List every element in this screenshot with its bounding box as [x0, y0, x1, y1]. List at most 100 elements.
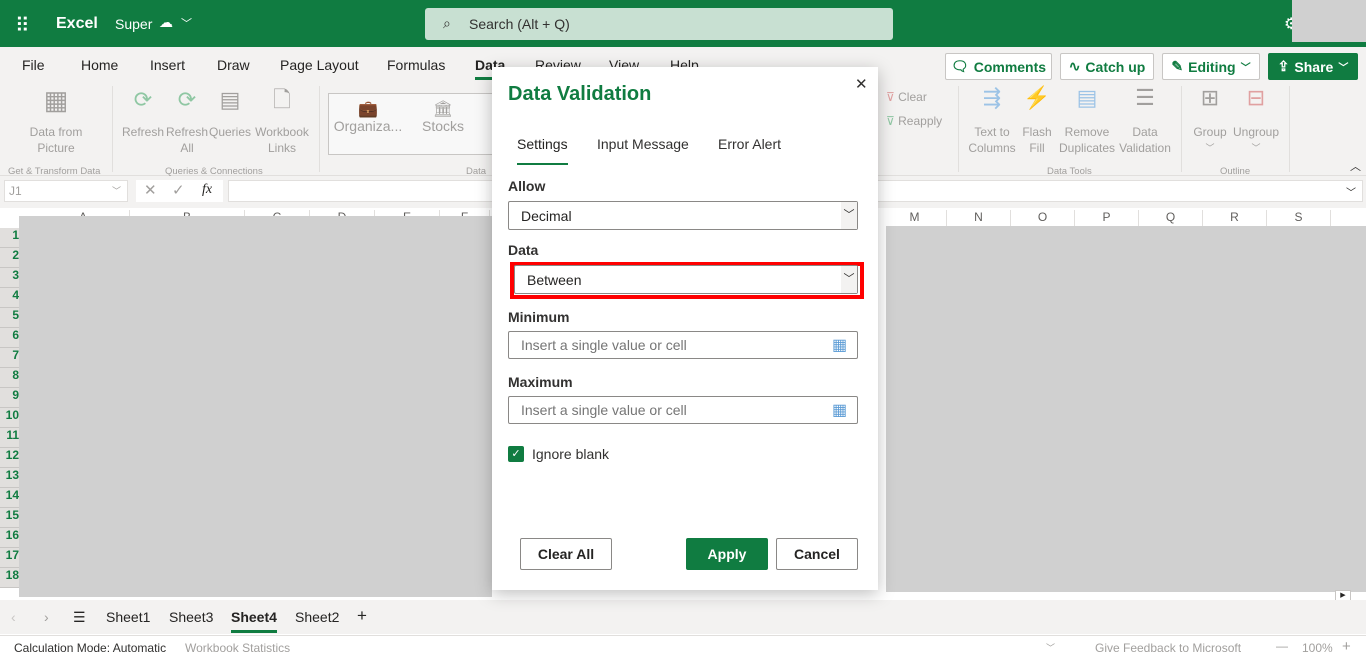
workbook-statistics[interactable]: Workbook Statistics [185, 641, 290, 655]
row-header[interactable]: 9 [0, 388, 19, 408]
group-button[interactable]: ⊞ Group ﹀ [1190, 87, 1230, 156]
row-header[interactable]: 16 [0, 528, 19, 548]
collapse-ribbon-icon[interactable]: ︿ [1350, 158, 1361, 174]
column-header[interactable]: M [883, 210, 947, 226]
sheet-tab-sheet3[interactable]: Sheet3 [169, 609, 213, 625]
check-icon[interactable]: ✓ [172, 181, 185, 199]
zoom-level[interactable]: 100% [1302, 641, 1333, 655]
row-header[interactable]: 13 [0, 468, 19, 488]
column-header[interactable]: Q [1139, 210, 1203, 226]
zoom-in-icon[interactable]: + [1342, 638, 1351, 655]
name-box-value: J1 [9, 184, 22, 198]
range-select-icon[interactable]: ▦ [832, 400, 847, 420]
allow-select[interactable]: Decimal ﹀ [508, 201, 858, 230]
workbook-links-button[interactable]: 🗋 Workbook Links [252, 89, 312, 156]
row-header[interactable]: 1 [0, 228, 19, 248]
divider [1181, 86, 1182, 172]
catch-up-button[interactable]: ∿ Catch up [1060, 53, 1154, 80]
apply-button[interactable]: Apply [686, 538, 768, 570]
refresh-button[interactable]: ⟳ Refresh [121, 89, 165, 140]
tab-home[interactable]: Home [81, 57, 118, 73]
chevron-down-icon[interactable]: ﹀ [1046, 641, 1055, 654]
tab-file[interactable]: File [22, 57, 45, 73]
editing-button[interactable]: ✎ Editing ﹀ [1162, 53, 1260, 80]
add-sheet-icon[interactable]: + [357, 606, 367, 626]
data-from-picture-button[interactable]: ▦ Data from Picture [20, 87, 92, 156]
column-header[interactable]: R [1203, 210, 1267, 226]
organization-button[interactable]: 💼 Organiza... [333, 102, 403, 135]
remove-duplicates-button[interactable]: ▤ Remove Duplicates [1058, 87, 1116, 156]
label: Clear [898, 90, 927, 104]
queries-button[interactable]: ▤ Queries [208, 89, 252, 140]
ignore-blank-checkbox[interactable]: ✓ [508, 446, 524, 462]
row-header[interactable]: 8 [0, 368, 19, 388]
zoom-out-icon[interactable]: — [1276, 639, 1288, 653]
tab-page-layout[interactable]: Page Layout [280, 57, 359, 73]
row-header[interactable]: 5 [0, 308, 19, 328]
row-header[interactable]: 3 [0, 268, 19, 288]
cancel-icon[interactable]: ✕ [144, 181, 157, 199]
cancel-button[interactable]: Cancel [776, 538, 858, 570]
sheet-tab-sheet4[interactable]: Sheet4 [231, 609, 277, 633]
give-feedback-link[interactable]: Give Feedback to Microsoft [1095, 641, 1241, 655]
clear-all-button[interactable]: Clear All [520, 538, 612, 570]
label: Cancel [794, 546, 840, 562]
app-launcher-icon[interactable]: ⠿ [15, 13, 30, 38]
column-header[interactable]: O [1011, 210, 1075, 226]
comments-button[interactable]: 🗨 Comments [945, 53, 1052, 80]
chevron-down-icon[interactable]: ﹀ [181, 15, 192, 31]
row-header[interactable]: 11 [0, 428, 19, 448]
tab-error-alert[interactable]: Error Alert [718, 136, 781, 152]
share-button[interactable]: ⇪ Share ﹀ [1268, 53, 1358, 80]
data-validation-button[interactable]: ☰ Data Validation [1116, 87, 1174, 156]
bank-icon: 🏛 [432, 101, 454, 118]
row-header[interactable]: 7 [0, 348, 19, 368]
column-header[interactable]: P [1075, 210, 1139, 226]
tab-formulas[interactable]: Formulas [387, 57, 445, 73]
ungroup-button[interactable]: ⊟ Ungroup ﹀ [1230, 87, 1282, 156]
row-header[interactable]: 10 [0, 408, 19, 428]
column-header[interactable]: N [947, 210, 1011, 226]
range-select-icon[interactable]: ▦ [832, 335, 847, 355]
reapply-button[interactable]: ⊽ Reapply [886, 113, 942, 129]
row-header[interactable]: 6 [0, 328, 19, 348]
name-box[interactable]: J1 ﹀ [4, 180, 128, 202]
tab-draw[interactable]: Draw [217, 57, 250, 73]
all-sheets-menu-icon[interactable]: ☰ [73, 609, 86, 626]
text-to-columns-button[interactable]: ⇶ Text to Columns [964, 87, 1020, 156]
row-header[interactable]: 12 [0, 448, 19, 468]
label: Ungroup [1232, 125, 1280, 139]
calculation-mode[interactable]: Calculation Mode: Automatic [14, 641, 166, 655]
prev-sheet-icon[interactable]: ‹ [11, 609, 16, 625]
tab-input-message[interactable]: Input Message [597, 136, 689, 152]
app-name: Excel [56, 15, 98, 32]
clear-filter-button[interactable]: ⊽ Clear [886, 89, 927, 105]
pulse-icon: ∿ [1068, 58, 1081, 74]
fx-icon[interactable]: fx [202, 182, 212, 198]
sheet-tab-sheet1[interactable]: Sheet1 [106, 609, 150, 625]
sheet-tab-sheet2[interactable]: Sheet2 [295, 609, 339, 625]
tab-settings[interactable]: Settings [517, 136, 568, 165]
row-header[interactable]: 4 [0, 288, 19, 308]
maximum-input[interactable] [508, 396, 858, 424]
refresh-all-button[interactable]: ⟳ Refresh All [165, 89, 209, 156]
column-header[interactable]: S [1267, 210, 1331, 226]
data-select[interactable]: Between ﹀ [514, 265, 858, 294]
stocks-button[interactable]: 🏛 Stocks [413, 101, 473, 135]
minimum-input[interactable] [508, 331, 858, 359]
next-sheet-icon[interactable]: › [44, 609, 49, 625]
close-icon[interactable]: ✕ [855, 75, 868, 93]
label: Refresh All [165, 125, 209, 155]
flash-fill-button[interactable]: ⚡ Flash Fill [1020, 87, 1054, 156]
document-name[interactable]: Super [115, 16, 152, 32]
row-header[interactable]: 17 [0, 548, 19, 568]
search-input[interactable]: ⌕ Search (Alt + Q) [425, 8, 893, 40]
tab-insert[interactable]: Insert [150, 57, 185, 73]
row-header[interactable]: 18 [0, 568, 19, 588]
chevron-down-icon[interactable]: ﹀ [1346, 184, 1356, 199]
divider [1289, 86, 1290, 172]
row-header[interactable]: 14 [0, 488, 19, 508]
row-header[interactable]: 2 [0, 248, 19, 268]
chevron-down-icon: ﹀ [1338, 63, 1349, 74]
row-header[interactable]: 15 [0, 508, 19, 528]
